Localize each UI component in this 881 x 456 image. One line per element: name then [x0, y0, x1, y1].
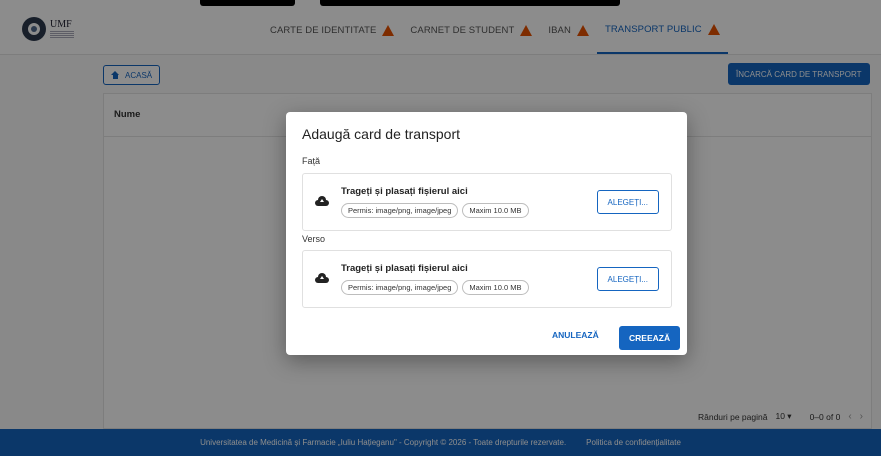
allowed-types-chip: Permis: image/png, image/jpeg [341, 203, 459, 218]
add-transport-card-dialog: Adaugă card de transport Față Trageți și… [286, 112, 687, 355]
max-size-chip: Maxim 10.0 MB [462, 203, 529, 218]
cancel-button[interactable]: ANULEAZĂ [552, 330, 599, 340]
drop-zone-text: Trageți și plasați fișierul aici [341, 186, 468, 197]
back-section-label: Verso [302, 234, 326, 244]
front-section-label: Față [302, 156, 321, 166]
cloud-upload-icon [315, 273, 329, 283]
back-drop-zone[interactable]: Trageți și plasați fișierul aici Permis:… [302, 250, 672, 308]
create-button[interactable]: CREEAZĂ [619, 326, 681, 350]
front-choose-file-button[interactable]: ALEGEȚI... [596, 190, 659, 214]
dialog-title: Adaugă card de transport [302, 126, 460, 142]
allowed-types-chip: Permis: image/png, image/jpeg [341, 280, 459, 295]
back-choose-file-button[interactable]: ALEGEȚI... [596, 267, 659, 291]
front-drop-zone[interactable]: Trageți și plasați fișierul aici Permis:… [302, 173, 672, 231]
drop-zone-text: Trageți și plasați fișierul aici [341, 263, 468, 274]
max-size-chip: Maxim 10.0 MB [462, 280, 529, 295]
cloud-upload-icon [315, 196, 329, 206]
